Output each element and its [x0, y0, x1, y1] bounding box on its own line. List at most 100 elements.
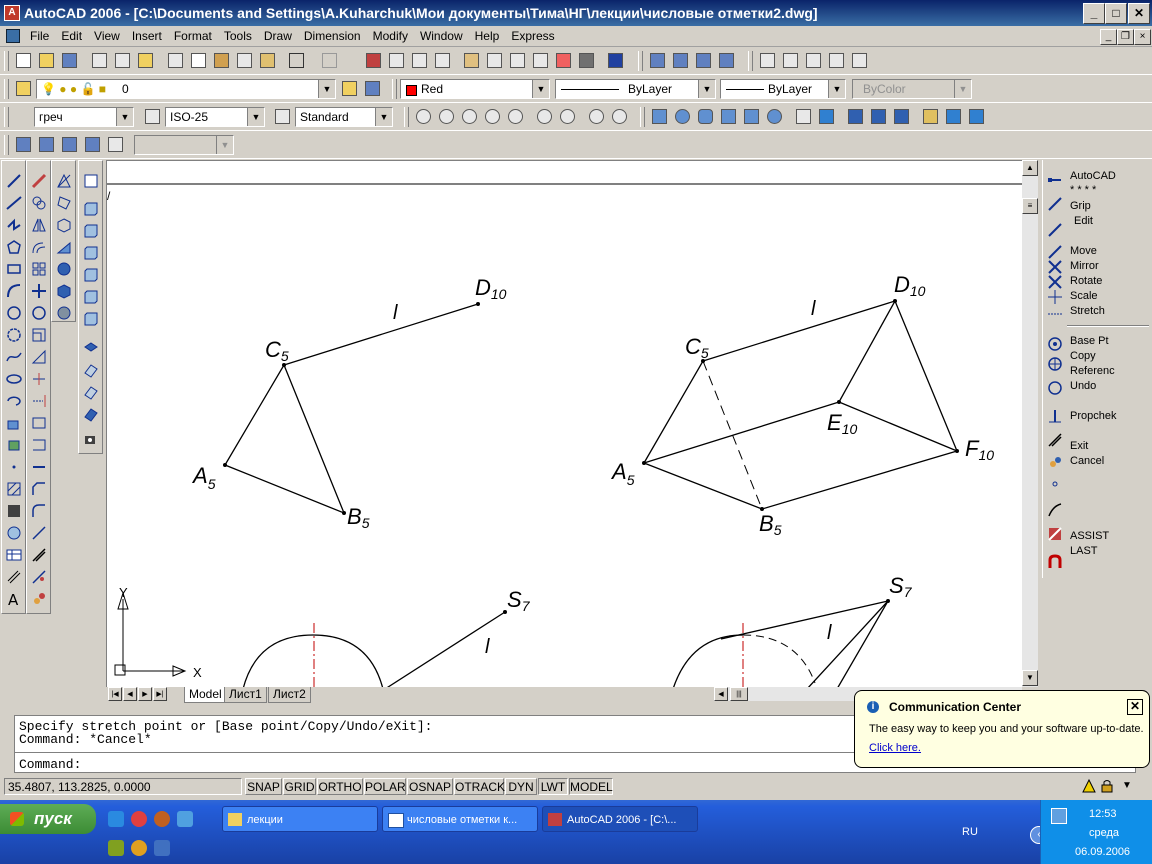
media-quicklaunch-icon[interactable] — [154, 811, 170, 827]
chevron-down-icon[interactable]: ▼ — [532, 80, 549, 98]
layer-manager-icon[interactable] — [14, 79, 32, 97]
toolbar-grip[interactable] — [638, 51, 643, 71]
window-arrange-icon[interactable] — [694, 51, 712, 69]
solid-slice-icon[interactable] — [81, 265, 101, 285]
clip-viewport-icon[interactable] — [106, 135, 124, 153]
insert-block-icon[interactable] — [4, 413, 24, 433]
doc-minimize-button[interactable]: _ — [1100, 29, 1117, 45]
erase-icon[interactable] — [29, 171, 49, 191]
language-indicator[interactable]: RU — [962, 826, 978, 838]
convert-viewport-icon[interactable] — [83, 135, 101, 153]
tab-last-button[interactable]: ▶| — [153, 687, 167, 701]
snap-toggle[interactable]: SNAP — [245, 778, 282, 795]
save-icon[interactable] — [60, 51, 78, 69]
dimension-linear-icon[interactable] — [781, 51, 799, 69]
view-left-icon[interactable] — [81, 383, 101, 403]
calculator-icon[interactable] — [577, 51, 595, 69]
menu-dimension[interactable]: Dimension — [298, 28, 367, 44]
zoom-window-icon[interactable] — [414, 107, 432, 125]
break-at-point-icon[interactable] — [29, 413, 49, 433]
polyline-icon[interactable] — [4, 215, 24, 235]
rotate-icon[interactable] — [29, 303, 49, 323]
table-style-icon[interactable] — [273, 107, 291, 125]
magnet-icon[interactable] — [1047, 554, 1063, 570]
chamfer-icon[interactable] — [29, 479, 49, 499]
paste-icon[interactable] — [212, 51, 230, 69]
exit-icon[interactable] — [1047, 432, 1063, 448]
player-quicklaunch-icon[interactable] — [131, 840, 147, 856]
solid-subtract-icon[interactable] — [869, 107, 887, 125]
vertical-scrollbar[interactable]: ▲ ≡ ▼ — [1022, 160, 1038, 688]
camera-icon[interactable] — [81, 429, 101, 449]
help-icon[interactable] — [606, 51, 624, 69]
new-icon[interactable] — [14, 51, 32, 69]
solid-union-icon[interactable] — [846, 107, 864, 125]
tool-palettes-icon[interactable] — [508, 51, 526, 69]
move-icon[interactable] — [29, 281, 49, 301]
osnap-toggle[interactable]: OSNAP — [407, 778, 453, 795]
grip-edit-icon[interactable] — [1047, 196, 1063, 212]
grip-menu-mirror[interactable]: Mirror — [1070, 260, 1099, 272]
wedge-icon[interactable] — [742, 107, 760, 125]
single-viewport-icon[interactable] — [37, 135, 55, 153]
tab-sheet2[interactable]: Лист2 — [268, 687, 311, 703]
toolbar-grip[interactable] — [4, 107, 9, 127]
assist-pen-icon[interactable] — [1047, 502, 1063, 518]
pan-icon[interactable] — [364, 51, 382, 69]
construction-line-icon[interactable] — [4, 193, 24, 213]
node-icon[interactable] — [1047, 476, 1063, 492]
dimension-edit-icon[interactable] — [827, 51, 845, 69]
otrack-toggle[interactable]: OTRACK — [454, 778, 505, 795]
lwt-toggle[interactable]: LWT — [538, 778, 568, 795]
scroll-up-button[interactable]: ▲ — [1022, 160, 1038, 176]
polygon-icon[interactable] — [4, 237, 24, 257]
menu-express[interactable]: Express — [505, 28, 560, 44]
zoom-center-icon[interactable] — [483, 107, 501, 125]
copy-object-icon[interactable] — [29, 193, 49, 213]
command-prompt[interactable]: Command: — [19, 758, 81, 771]
view-iso-icon[interactable] — [81, 405, 101, 425]
make-layer-current-icon[interactable] — [340, 79, 358, 97]
copy-icon[interactable] — [189, 51, 207, 69]
solid-extrude-icon[interactable] — [81, 221, 101, 241]
grip-menu-scale[interactable]: Scale — [1070, 290, 1098, 302]
menu-format[interactable]: Format — [168, 28, 218, 44]
box-surface-icon[interactable] — [54, 215, 74, 235]
tab-first-button[interactable]: |◀ — [108, 687, 122, 701]
array-icon[interactable] — [29, 259, 49, 279]
dish-surface-icon[interactable] — [54, 281, 74, 301]
lock-icon[interactable] — [1100, 779, 1114, 793]
torus-icon[interactable] — [765, 107, 783, 125]
grip-icon[interactable] — [1047, 172, 1063, 188]
scale-icon[interactable] — [29, 325, 49, 345]
copy-grip-icon[interactable] — [1047, 356, 1063, 372]
mirror-icon[interactable] — [29, 215, 49, 235]
ucs-icon[interactable] — [81, 171, 101, 191]
zoom-scale-icon[interactable] — [460, 107, 478, 125]
join-icon[interactable] — [29, 457, 49, 477]
grip-line-icon[interactable] — [1047, 222, 1063, 238]
triangle-abc[interactable] — [224, 363, 346, 515]
zoom-in-icon[interactable] — [535, 107, 553, 125]
window-tile-icon[interactable] — [648, 51, 666, 69]
point-icon[interactable] — [4, 457, 24, 477]
cut-icon[interactable] — [166, 51, 184, 69]
grip-menu-reference[interactable]: Referenc — [1070, 365, 1115, 377]
chevron-down-icon[interactable]: ▼ — [375, 108, 392, 126]
task-folder-lectures[interactable]: лекции — [222, 806, 378, 832]
undo-icon[interactable] — [287, 51, 305, 69]
toolbar-grip[interactable] — [4, 51, 9, 71]
tab-sheet1[interactable]: Лист1 — [224, 687, 267, 703]
table-style-combo[interactable]: Standard ▼ — [295, 107, 393, 127]
window-close-all-icon[interactable] — [717, 51, 735, 69]
solid-box-icon[interactable] — [81, 199, 101, 219]
match-properties-icon[interactable] — [235, 51, 253, 69]
ortho-toggle[interactable]: ORTHO — [317, 778, 363, 795]
line-l[interactable] — [283, 303, 479, 366]
grip-menu-exit[interactable]: Exit — [1070, 440, 1088, 452]
grip-menu-rotate[interactable]: Rotate — [1070, 275, 1102, 287]
start-button[interactable]: пуск — [0, 804, 96, 834]
grip-menu-stretch[interactable]: Stretch — [1070, 305, 1105, 317]
chevron-down-icon[interactable]: ▼ — [247, 108, 264, 126]
maximize-button[interactable]: □ — [1105, 3, 1127, 24]
